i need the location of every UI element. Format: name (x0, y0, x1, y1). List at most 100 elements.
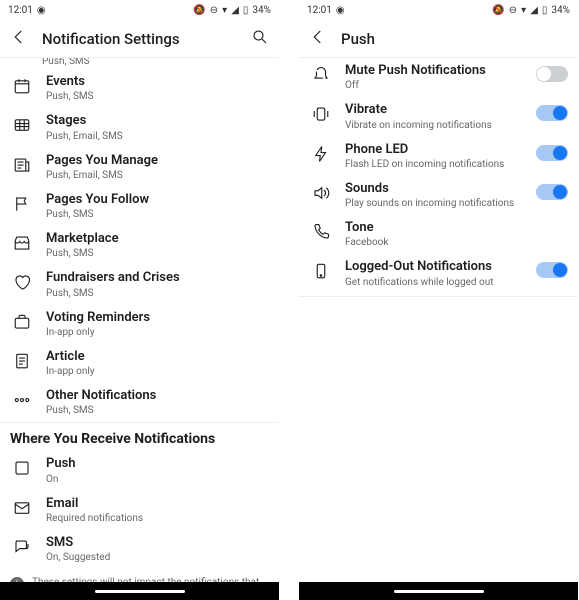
settings-list[interactable]: Push, SMS EventsPush, SMSStagesPush, Ema… (0, 58, 279, 582)
dnd-icon: ⊖ (509, 5, 517, 16)
row-label: Email (46, 496, 269, 512)
row-label: SMS (46, 535, 269, 551)
bell-off-icon: 🔕 (492, 5, 504, 16)
wifi-icon: ▾ (521, 5, 526, 16)
row-email[interactable]: EmailRequired notifications (0, 491, 279, 530)
row-sub: Push, SMS (46, 90, 269, 103)
row-sub: In-app only (46, 365, 269, 378)
row-sub: On, Suggested (46, 551, 269, 564)
row-push[interactable]: PushOn (0, 451, 279, 490)
row-logged-out-notifications[interactable]: Logged-Out NotificationsGet notification… (299, 254, 578, 293)
row-events[interactable]: EventsPush, SMS (0, 69, 279, 108)
row-label: Fundraisers and Crises (46, 270, 269, 286)
row-label: Other Notifications (46, 388, 269, 404)
row-voting-reminders[interactable]: Voting RemindersIn-app only (0, 305, 279, 344)
row-label: Pages You Manage (46, 153, 269, 169)
row-sub: Push, SMS (46, 404, 269, 417)
cutoff-sub: Push, SMS (0, 58, 279, 67)
mail-icon (12, 498, 32, 518)
row-label: Mute Push Notifications (345, 63, 522, 79)
row-article[interactable]: ArticleIn-app only (0, 344, 279, 383)
square-icon (12, 458, 32, 478)
row-sub: Off (345, 79, 522, 92)
row-stages[interactable]: StagesPush, Email, SMS (0, 108, 279, 147)
row-vibrate[interactable]: VibrateVibrate on incoming notifications (299, 97, 578, 136)
row-sub: Vibrate on incoming notifications (345, 119, 522, 132)
row-label: Pages You Follow (46, 192, 269, 208)
row-label: Phone LED (345, 142, 522, 158)
wifi-icon: ▾ (222, 5, 227, 16)
toggle-mute-push-notifications[interactable] (536, 66, 568, 82)
row-label: Vibrate (345, 102, 522, 118)
row-fundraisers-and-crises[interactable]: Fundraisers and CrisesPush, SMS (0, 265, 279, 304)
row-sub: Flash LED on incoming notifications (345, 158, 522, 171)
push-settings-list[interactable]: Mute Push NotificationsOffVibrateVibrate… (299, 58, 578, 582)
divider (299, 296, 578, 297)
row-mute-push-notifications[interactable]: Mute Push NotificationsOff (299, 58, 578, 97)
grid-icon (12, 115, 32, 135)
status-bar: 12:01 ◉ 🔕 ⊖ ▾ ◢ ▯ 34% (299, 0, 578, 20)
row-tone[interactable]: ToneFacebook (299, 215, 578, 254)
news-icon (12, 155, 32, 175)
bell-off-icon: 🔕 (193, 5, 205, 16)
row-label: Marketplace (46, 231, 269, 247)
row-sub: Facebook (345, 236, 568, 249)
row-pages-you-manage[interactable]: Pages You ManagePush, Email, SMS (0, 148, 279, 187)
row-pages-you-follow[interactable]: Pages You FollowPush, SMS (0, 187, 279, 226)
device-icon (311, 261, 331, 281)
header: Push (299, 20, 578, 58)
back-arrow-icon[interactable] (10, 28, 28, 50)
doc-icon (12, 351, 32, 371)
row-sub: Push, Email, SMS (46, 130, 269, 143)
toggle-sounds[interactable] (536, 184, 568, 200)
battery-pct: 34% (252, 5, 271, 16)
row-sub: In-app only (46, 326, 269, 339)
row-label: Events (46, 74, 269, 90)
nav-bar[interactable] (0, 582, 279, 600)
chat-icon (12, 537, 32, 557)
page-title: Push (341, 30, 568, 48)
toggle-logged-out-notifications[interactable] (536, 262, 568, 278)
status-time: 12:01 (307, 5, 332, 16)
calendar-icon (12, 76, 32, 96)
row-marketplace[interactable]: MarketplacePush, SMS (0, 226, 279, 265)
status-time: 12:01 (8, 5, 33, 16)
row-sounds[interactable]: SoundsPlay sounds on incoming notificati… (299, 176, 578, 215)
flash-icon (311, 144, 331, 164)
signal-icon: ◢ (530, 5, 538, 16)
vibrate-icon (311, 104, 331, 124)
row-sub: Push, Email, SMS (46, 169, 269, 182)
row-sms[interactable]: SMSOn, Suggested (0, 530, 279, 569)
toggle-vibrate[interactable] (536, 105, 568, 121)
row-label: Logged-Out Notifications (345, 259, 522, 275)
row-sub: Get notifications while logged out (345, 276, 522, 289)
camera-icon: ◉ (336, 5, 345, 16)
section-header: Where You Receive Notifications (0, 422, 279, 451)
signal-icon: ◢ (231, 5, 239, 16)
back-arrow-icon[interactable] (309, 28, 327, 50)
row-label: Tone (345, 220, 568, 236)
battery-icon: ▯ (243, 5, 249, 16)
phone-left: 12:01 ◉ 🔕 ⊖ ▾ ◢ ▯ 34% Notification Setti… (0, 0, 279, 600)
battery-icon: ▯ (542, 5, 548, 16)
flag-icon (12, 194, 32, 214)
heart-icon (12, 272, 32, 292)
nav-bar[interactable] (299, 582, 578, 600)
row-other-notifications[interactable]: Other NotificationsPush, SMS (0, 383, 279, 422)
row-label: Push (46, 456, 269, 472)
search-icon[interactable] (251, 28, 269, 50)
camera-icon: ◉ (37, 5, 46, 16)
status-bar: 12:01 ◉ 🔕 ⊖ ▾ ◢ ▯ 34% (0, 0, 279, 20)
briefcase-icon (12, 312, 32, 332)
toggle-phone-led[interactable] (536, 145, 568, 161)
page-title: Notification Settings (42, 30, 237, 48)
row-phone-led[interactable]: Phone LEDFlash LED on incoming notificat… (299, 137, 578, 176)
row-sub: On (46, 473, 269, 486)
sound-icon (311, 183, 331, 203)
battery-pct: 34% (551, 5, 570, 16)
row-sub: Required notifications (46, 512, 269, 525)
row-label: Article (46, 349, 269, 365)
row-label: Sounds (345, 181, 522, 197)
dots-icon (12, 390, 32, 410)
row-label: Stages (46, 113, 269, 129)
